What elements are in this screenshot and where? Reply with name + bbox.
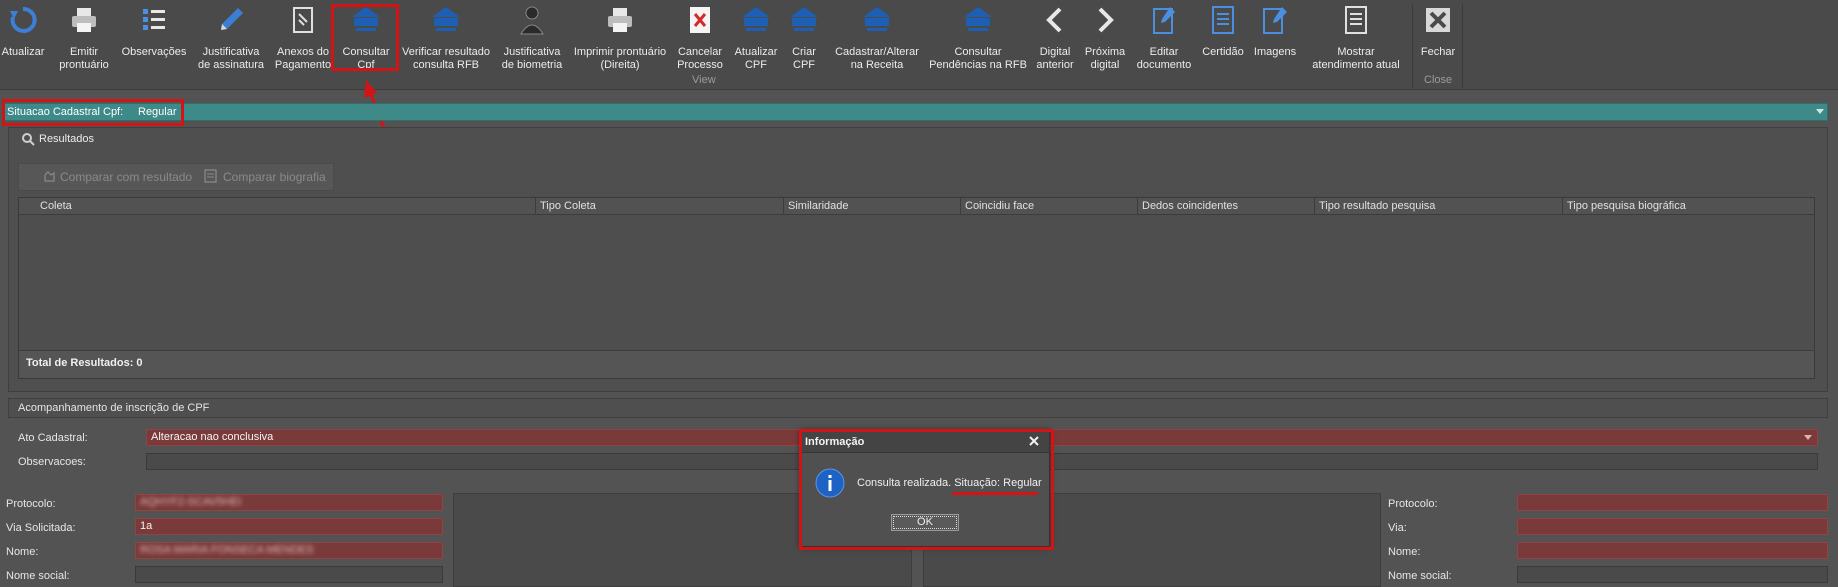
right-via-input[interactable] xyxy=(1517,518,1828,535)
nome-social-label: Nome social: xyxy=(6,570,70,582)
emitir-prontuario-button[interactable]: Emitir prontuário xyxy=(54,2,114,80)
right-nome-input[interactable] xyxy=(1517,542,1828,559)
right-protocolo-label: Protocolo: xyxy=(1388,498,1438,510)
highlight-dialog xyxy=(799,429,1054,550)
right-nome-social-label: Nome social: xyxy=(1388,570,1452,582)
column-separator xyxy=(1314,198,1315,215)
chevron-right-icon xyxy=(1087,2,1123,38)
verificar-resultado-rfb-button[interactable]: Verificar resultado consulta RFB xyxy=(400,2,492,80)
receita-federal-icon xyxy=(859,2,895,38)
refresh-icon xyxy=(5,2,41,38)
consultar-pendencias-rfb-button[interactable]: Consultar Pendências na RFB xyxy=(928,2,1028,80)
receita-federal-icon xyxy=(428,2,464,38)
column-header-tipo-coleta[interactable]: Tipo Coleta xyxy=(540,200,596,212)
certidao-button[interactable]: Certidão xyxy=(1200,2,1246,80)
right-via-label: Via: xyxy=(1388,522,1407,534)
situacao-cadastral-bar[interactable] xyxy=(4,103,1828,121)
acompanhamento-header xyxy=(8,398,1828,418)
chevron-down-icon[interactable] xyxy=(1816,109,1824,115)
justificativa-biometria-button[interactable]: Justificativa de biometria xyxy=(500,2,564,80)
acompanhamento-title: Acompanhamento de inscrição de CPF xyxy=(18,402,210,414)
via-solicitada-label: Via Solicitada: xyxy=(6,522,76,534)
fechar-button[interactable]: Fechar xyxy=(1418,2,1458,80)
observacoes-button[interactable]: Observações xyxy=(120,2,188,80)
edit-doc-icon xyxy=(1146,2,1182,38)
ribbon-group-view-label: View xyxy=(692,74,716,86)
column-header-dedos-coincidentes[interactable]: Dedos coincidentes xyxy=(1142,200,1238,212)
close-x-icon xyxy=(1420,2,1456,38)
atualizar-button[interactable]: Atualizar xyxy=(2,2,44,80)
search-icon xyxy=(22,133,35,146)
column-separator xyxy=(783,198,784,215)
justificativa-assinatura-button[interactable]: Justificativa de assinatura xyxy=(196,2,266,80)
chevron-left-icon xyxy=(1037,2,1073,38)
pen-icon xyxy=(213,2,249,38)
column-header-coincidiu-face[interactable]: Coincidiu face xyxy=(965,200,1034,212)
column-header-tipo-resultado[interactable]: Tipo resultado pesquisa xyxy=(1319,200,1435,212)
receita-federal-icon xyxy=(960,2,996,38)
certificate-icon xyxy=(1205,2,1241,38)
comparar-resultado-button[interactable]: Comparar com resultado xyxy=(60,170,192,184)
ribbon-separator xyxy=(1462,4,1463,88)
attachment-doc-icon xyxy=(285,2,321,38)
criar-cpf-button[interactable]: Criar CPF xyxy=(784,2,824,80)
printer-icon xyxy=(602,2,638,38)
ato-cadastral-label: Ato Cadastral: xyxy=(18,432,88,444)
imprimir-prontuario-direita-button[interactable]: Imprimir prontuário (Direita) xyxy=(572,2,668,80)
cadastrar-alterar-receita-button[interactable]: Cadastrar/Alterar na Receita xyxy=(830,2,924,80)
column-header-coleta[interactable]: Coleta xyxy=(40,200,72,212)
person-icon xyxy=(514,2,550,38)
via-solicitada-value: 1a xyxy=(140,520,153,532)
grid-header xyxy=(19,198,1814,215)
receita-federal-icon xyxy=(786,2,822,38)
imagens-button[interactable]: Imagens xyxy=(1252,2,1298,80)
right-nome-label: Nome: xyxy=(1388,546,1421,558)
nome-social-input[interactable] xyxy=(135,566,443,583)
hand-compare-icon xyxy=(44,171,55,182)
right-protocolo-input[interactable] xyxy=(1517,494,1828,511)
nome-label: Nome: xyxy=(6,546,39,558)
column-separator xyxy=(1562,198,1563,215)
via-solicitada-input[interactable]: 1a xyxy=(135,518,443,535)
chevron-down-icon[interactable] xyxy=(1804,435,1812,441)
comparar-biografia-button[interactable]: Comparar biografia xyxy=(223,170,326,184)
digital-anterior-button[interactable]: Digital anterior xyxy=(1032,2,1078,80)
editar-documento-button[interactable]: Editar documento xyxy=(1134,2,1194,80)
printer-icon xyxy=(66,2,102,38)
right-nome-social-input[interactable] xyxy=(1517,566,1828,583)
grid-footer xyxy=(19,350,1814,378)
checklist-icon xyxy=(136,2,172,38)
column-separator xyxy=(535,198,536,215)
atualizar-cpf-button[interactable]: Atualizar CPF xyxy=(732,2,780,80)
highlight-consultar-cpf xyxy=(331,4,399,71)
document-icon xyxy=(1338,2,1374,38)
column-header-tipo-pesquisa-biografica[interactable]: Tipo pesquisa biográfica xyxy=(1567,200,1686,212)
cancel-doc-icon xyxy=(682,2,718,38)
nome-value: ROSA MARIA FONSECA MENDES xyxy=(140,544,314,556)
highlight-situacao xyxy=(2,99,184,126)
nome-input[interactable]: ROSA MARIA FONSECA MENDES xyxy=(135,542,443,559)
column-separator xyxy=(960,198,961,215)
mostrar-atendimento-atual-button[interactable]: Mostrar atendimento atual xyxy=(1306,2,1406,80)
total-resultados: Total de Resultados: 0 xyxy=(26,357,143,369)
ribbon-group-close-label: Close xyxy=(1424,74,1453,86)
ribbon-separator xyxy=(1412,4,1413,88)
column-header-similaridade[interactable]: Similaridade xyxy=(788,200,849,212)
results-title: Resultados xyxy=(39,133,95,145)
observacoes-label: Observacoes: xyxy=(18,456,86,468)
cancelar-processo-button[interactable]: Cancelar Processo xyxy=(674,2,726,80)
document-icon xyxy=(204,169,217,183)
image-edit-icon xyxy=(1257,2,1293,38)
protocolo-input[interactable]: AQHYF2-SCAV5HEI xyxy=(135,494,443,511)
anexos-pagamento-button[interactable]: Anexos do Pagamento xyxy=(274,2,332,80)
proxima-digital-button[interactable]: Próxima digital xyxy=(1082,2,1128,80)
receita-federal-icon xyxy=(738,2,774,38)
ato-cadastral-value: Alteracao nao conclusiva xyxy=(151,431,274,443)
protocolo-value: AQHYF2-SCAV5HEI xyxy=(140,496,242,508)
column-separator xyxy=(1137,198,1138,215)
protocolo-label: Protocolo: xyxy=(6,498,56,510)
